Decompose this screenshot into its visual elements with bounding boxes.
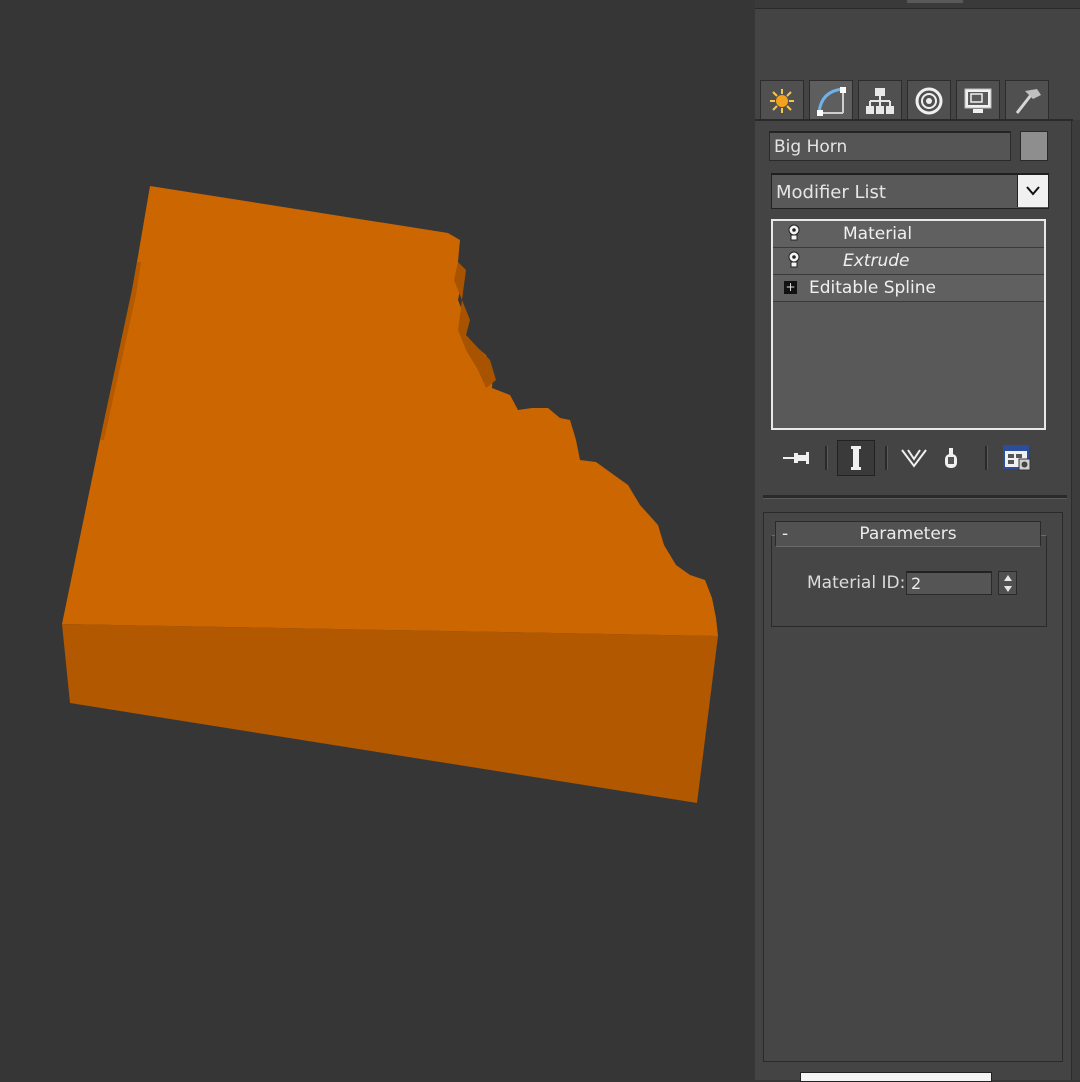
material-id-input[interactable]: 2	[906, 571, 992, 595]
spinner-up-icon[interactable]	[999, 572, 1016, 583]
pin-icon	[783, 452, 809, 464]
tab-modify[interactable]	[809, 80, 853, 120]
stack-item-label: Editable Spline	[809, 278, 936, 298]
display-icon	[964, 88, 992, 113]
spinner-down-icon[interactable]	[999, 583, 1016, 594]
stack-item-label: Material	[843, 224, 913, 244]
expand-icon[interactable]: +	[784, 281, 797, 294]
bottom-scroll-bar[interactable]	[800, 1072, 992, 1082]
modifier-list-dropdown[interactable]: Modifier List	[771, 173, 1049, 209]
stack-item-extrude[interactable]: Extrude	[773, 248, 1044, 275]
chevron-down-icon	[1026, 186, 1040, 196]
modifier-stack[interactable]: Material Extrude + Editable Spline	[771, 219, 1046, 430]
tab-strip-line	[755, 119, 1073, 121]
panel-scrollbar[interactable]	[1071, 120, 1080, 1080]
stack-toolbar	[771, 440, 1061, 476]
end-result-icon	[851, 446, 861, 470]
scroll-notch[interactable]	[907, 0, 963, 3]
tab-utilities[interactable]	[1005, 80, 1049, 120]
parameters-title: Parameters	[859, 524, 957, 544]
command-panel: Big Horn Modifier List Material Extrude …	[755, 0, 1080, 1082]
stack-item-material[interactable]: Material	[773, 221, 1044, 248]
object-color-swatch[interactable]	[1020, 131, 1048, 161]
extruded-object[interactable]	[0, 0, 755, 1080]
toolbar-separator	[825, 446, 828, 470]
tab-create[interactable]	[760, 80, 804, 120]
viewport[interactable]	[0, 0, 755, 1080]
stack-item-editable-spline[interactable]: + Editable Spline	[773, 275, 1044, 302]
object-side-face	[62, 624, 718, 803]
modifier-list-arrow[interactable]	[1017, 175, 1048, 207]
create-icon	[770, 88, 794, 113]
configure-modifier-sets-button[interactable]	[999, 440, 1035, 476]
utilities-icon	[1015, 88, 1041, 114]
tab-hierarchy[interactable]	[858, 80, 902, 120]
panel-top-strip	[755, 0, 1080, 9]
material-id-spinner[interactable]	[998, 571, 1017, 595]
remove-modifier-icon	[945, 448, 957, 468]
modify-icon	[817, 86, 846, 116]
pin-stack-button[interactable]	[779, 440, 813, 476]
toolbar-separator	[885, 446, 888, 470]
make-unique-icon	[901, 449, 927, 468]
tab-display[interactable]	[956, 80, 1000, 120]
object-name-field[interactable]: Big Horn	[769, 131, 1011, 161]
lightbulb-icon[interactable]	[787, 224, 801, 247]
motion-icon	[915, 87, 943, 114]
object-top-face	[62, 186, 718, 636]
configure-icon	[1003, 445, 1031, 471]
parameters-rollout-header[interactable]: - Parameters	[775, 521, 1041, 547]
command-tabs	[760, 80, 1054, 120]
material-id-label: Material ID:	[807, 573, 906, 593]
remove-modifier-button[interactable]	[937, 440, 965, 476]
show-end-result-button[interactable]	[837, 440, 875, 476]
toolbar-separator	[985, 446, 988, 470]
modifier-list-label: Modifier List	[776, 182, 886, 203]
hierarchy-icon	[866, 87, 894, 114]
stack-item-label: Extrude	[843, 251, 910, 271]
make-unique-button[interactable]	[897, 440, 931, 476]
panel-divider	[763, 495, 1067, 499]
tab-motion[interactable]	[907, 80, 951, 120]
lightbulb-icon[interactable]	[787, 251, 801, 274]
